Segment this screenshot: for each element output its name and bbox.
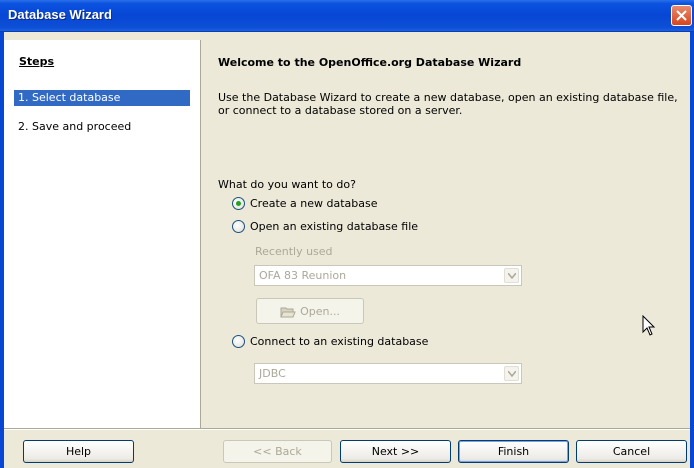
panel-divider xyxy=(200,40,201,428)
chevron-down-icon xyxy=(508,273,516,279)
connect-existing-database-radio[interactable]: Connect to an existing database xyxy=(232,335,428,348)
step-save-and-proceed[interactable]: 2. Save and proceed xyxy=(14,119,190,135)
next-button[interactable]: Next >> xyxy=(340,440,451,463)
dropdown-arrow[interactable] xyxy=(504,366,519,381)
connection-type-dropdown[interactable]: JDBC xyxy=(254,363,522,384)
next-button-label: Next >> xyxy=(371,445,420,458)
cancel-button[interactable]: Cancel xyxy=(576,440,687,463)
intro-text: Use the Database Wizard to create a new … xyxy=(218,91,678,117)
open-button[interactable]: Open... xyxy=(256,298,364,324)
question-label: What do you want to do? xyxy=(218,178,356,191)
mouse-pointer-icon xyxy=(642,315,656,336)
back-button-label: << Back xyxy=(253,445,302,458)
connection-type-value: JDBC xyxy=(259,367,286,380)
window-title: Database Wizard xyxy=(8,7,112,22)
window-border-right xyxy=(690,32,694,468)
chevron-down-icon xyxy=(508,371,516,377)
close-icon xyxy=(676,10,687,21)
dropdown-arrow[interactable] xyxy=(504,268,519,283)
open-button-label: Open... xyxy=(300,304,340,318)
recently-used-value: OFA 83 Reunion xyxy=(259,269,347,282)
close-button[interactable] xyxy=(671,5,692,26)
page-title: Welcome to the OpenOffice.org Database W… xyxy=(218,56,522,69)
folder-open-icon xyxy=(280,307,296,317)
finish-button-label: Finish xyxy=(497,445,530,458)
recently-used-dropdown[interactable]: OFA 83 Reunion xyxy=(254,265,522,286)
create-new-database-label: Create a new database xyxy=(250,197,378,210)
recently-used-label: Recently used xyxy=(255,245,333,258)
back-button[interactable]: << Back xyxy=(223,440,332,463)
step-select-database[interactable]: 1. Select database xyxy=(14,90,190,106)
radio-icon xyxy=(232,220,245,233)
radio-icon xyxy=(232,335,245,348)
radio-checked-icon xyxy=(232,197,245,210)
help-button-label: Help xyxy=(65,445,92,458)
cancel-button-label: Cancel xyxy=(612,445,651,458)
connect-existing-database-label: Connect to an existing database xyxy=(250,335,429,348)
open-existing-file-label: Open an existing database file xyxy=(250,220,419,233)
button-row-divider-highlight xyxy=(4,429,690,430)
finish-button[interactable]: Finish xyxy=(458,440,569,463)
steps-panel: Steps 1. Select database 2. Save and pro… xyxy=(4,40,200,428)
steps-heading: Steps xyxy=(19,55,55,68)
create-new-database-radio[interactable]: Create a new database xyxy=(232,197,378,210)
help-button[interactable]: Help xyxy=(23,440,134,463)
open-existing-file-radio[interactable]: Open an existing database file xyxy=(232,220,418,233)
title-bar[interactable]: Database Wizard xyxy=(0,0,694,32)
